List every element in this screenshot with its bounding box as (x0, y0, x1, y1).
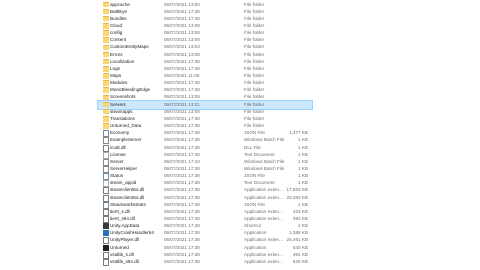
folder-icon (103, 51, 109, 58)
folder-icon (103, 44, 109, 51)
file-dll-icon (103, 258, 109, 266)
folder-icon (103, 23, 109, 29)
folder-icon (103, 87, 109, 93)
file-row[interactable]: vstdlib_s64.dll 06/07/2021 17:38 Applicati… (98, 258, 312, 267)
file-unity-icon (103, 244, 109, 251)
file-appblue-icon (103, 230, 109, 237)
file-list: appcache 06/07/2021 13:50 File folder Battl… (0, 0, 480, 270)
folder-icon (103, 37, 109, 43)
folder-icon (103, 80, 109, 86)
folder-icon (103, 66, 109, 72)
folder-icon (103, 58, 109, 65)
folder-icon (103, 94, 109, 101)
folder-icon (103, 123, 109, 129)
file-name: vstdlib_s64.dll (110, 258, 139, 264)
folder-icon (103, 101, 109, 108)
folder-icon (103, 1, 109, 8)
folder-icon (103, 73, 109, 79)
folder-icon (103, 108, 109, 115)
folder-icon (103, 8, 109, 15)
folder-icon (103, 116, 109, 122)
folder-icon (103, 15, 109, 22)
folder-icon (103, 30, 109, 36)
file-app-icon (103, 223, 109, 230)
file-date: 06/07/2021 17:38 (164, 258, 200, 264)
file-size: 626 KB (292, 258, 308, 264)
file-type: Application exten... (244, 258, 283, 264)
